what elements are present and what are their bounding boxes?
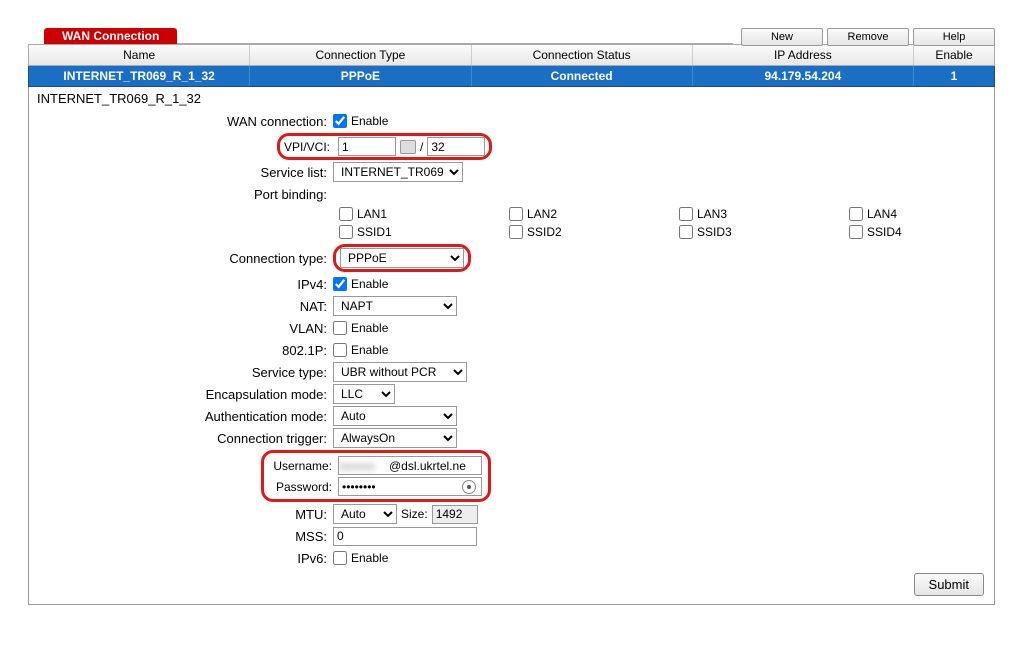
password-input[interactable] <box>338 477 482 496</box>
ssid2-checkbox[interactable] <box>509 225 523 239</box>
lan1-checkbox[interactable] <box>339 207 353 221</box>
ssid1-checkbox[interactable] <box>339 225 353 239</box>
col-type: Connection Type <box>250 45 471 65</box>
label-conn-trigger: Connection trigger: <box>29 431 333 446</box>
col-enable: Enable <box>914 45 994 65</box>
label-8021p: 802.1P: <box>29 343 333 358</box>
label-size: Size: <box>401 507 428 521</box>
port-ssid3[interactable]: SSID3 <box>679 225 849 239</box>
port-binding-grid: LAN1 LAN2 LAN3 LAN4 SSID1 SSID2 SSID3 SS… <box>339 205 994 243</box>
nat-select[interactable]: NAPT <box>333 296 457 316</box>
label-nat: NAT: <box>29 299 333 314</box>
section-title: INTERNET_TR069_R_1_32 <box>29 87 994 110</box>
conn-trigger-select[interactable]: AlwaysOn <box>333 428 457 448</box>
service-type-select[interactable]: UBR without PCR <box>333 362 467 382</box>
label-ipv6: IPv6: <box>29 551 333 566</box>
vpi-input[interactable] <box>338 137 396 156</box>
new-button[interactable]: New <box>741 28 823 46</box>
label-auth-mode: Authentication mode: <box>29 409 333 424</box>
ssid4-checkbox[interactable] <box>849 225 863 239</box>
vlan-enable-checkbox[interactable] <box>333 321 347 335</box>
ipv4-enable-checkbox[interactable] <box>333 277 347 291</box>
mtu-select[interactable]: Auto <box>333 504 397 524</box>
wan-enable-text: Enable <box>351 114 388 128</box>
lan3-checkbox[interactable] <box>679 207 693 221</box>
label-mss: MSS: <box>29 529 333 544</box>
mss-input[interactable] <box>333 527 477 546</box>
label-wan-connection: WAN connection: <box>29 114 333 129</box>
label-username: Username: <box>266 459 338 473</box>
label-vpi-vci: VPI/VCI: <box>284 140 334 154</box>
col-ip: IP Address <box>693 45 914 65</box>
label-port-binding: Port binding: <box>29 187 333 202</box>
label-service-type: Service type: <box>29 365 333 380</box>
port-lan3[interactable]: LAN3 <box>679 207 849 221</box>
ipv4-enable-text: Enable <box>351 277 388 291</box>
label-connection-type: Connection type: <box>29 251 333 266</box>
port-ssid4[interactable]: SSID4 <box>849 225 1019 239</box>
label-encap-mode: Encapsulation mode: <box>29 387 333 402</box>
username-input[interactable]: xxxxxx@dsl.ukrtel.ne <box>338 456 482 475</box>
p8021-enable-text: Enable <box>351 343 388 357</box>
label-vlan: VLAN: <box>29 321 333 336</box>
port-lan2[interactable]: LAN2 <box>509 207 679 221</box>
mtu-size-input <box>432 505 478 524</box>
cell-ip: 94.179.54.204 <box>693 66 914 86</box>
cell-status: Connected <box>472 66 693 86</box>
port-lan1[interactable]: LAN1 <box>339 207 509 221</box>
vpi-vci-slash: / <box>420 140 423 154</box>
p8021-enable-checkbox[interactable] <box>333 343 347 357</box>
cell-name: INTERNET_TR069_R_1_32 <box>29 66 250 86</box>
service-list-select[interactable]: INTERNET_TR069 <box>333 162 463 182</box>
submit-button[interactable]: Submit <box>914 573 984 596</box>
port-ssid1[interactable]: SSID1 <box>339 225 509 239</box>
tab-spacer <box>177 28 733 44</box>
lan4-checkbox[interactable] <box>849 207 863 221</box>
label-mtu: MTU: <box>29 507 333 522</box>
port-lan4[interactable]: LAN4 <box>849 207 1019 221</box>
tab-wan-connection[interactable]: WAN Connection <box>44 28 177 44</box>
label-ipv4: IPv4: <box>29 277 333 292</box>
encap-mode-select[interactable]: LLC <box>333 384 395 404</box>
label-password: Password: <box>266 480 338 494</box>
ssid3-checkbox[interactable] <box>679 225 693 239</box>
cell-enable: 1 <box>914 66 994 86</box>
cell-type: PPPoE <box>250 66 471 86</box>
connection-type-select[interactable]: PPPoE <box>340 248 464 268</box>
vci-input[interactable] <box>427 137 485 156</box>
card-icon <box>400 140 416 154</box>
col-name: Name <box>29 45 250 65</box>
show-password-icon[interactable] <box>462 480 476 494</box>
port-ssid2[interactable]: SSID2 <box>509 225 679 239</box>
ipv6-enable-checkbox[interactable] <box>333 551 347 565</box>
ipv6-enable-text: Enable <box>351 551 388 565</box>
col-status: Connection Status <box>472 45 693 65</box>
wan-enable-checkbox[interactable] <box>333 114 347 128</box>
remove-button[interactable]: Remove <box>827 28 909 46</box>
help-button[interactable]: Help <box>913 28 995 46</box>
grid-row-selected[interactable]: INTERNET_TR069_R_1_32 PPPoE Connected 94… <box>28 66 995 87</box>
vlan-enable-text: Enable <box>351 321 388 335</box>
grid-header: Name Connection Type Connection Status I… <box>28 44 995 66</box>
auth-mode-select[interactable]: Auto <box>333 406 457 426</box>
label-service-list: Service list: <box>29 165 333 180</box>
lan2-checkbox[interactable] <box>509 207 523 221</box>
